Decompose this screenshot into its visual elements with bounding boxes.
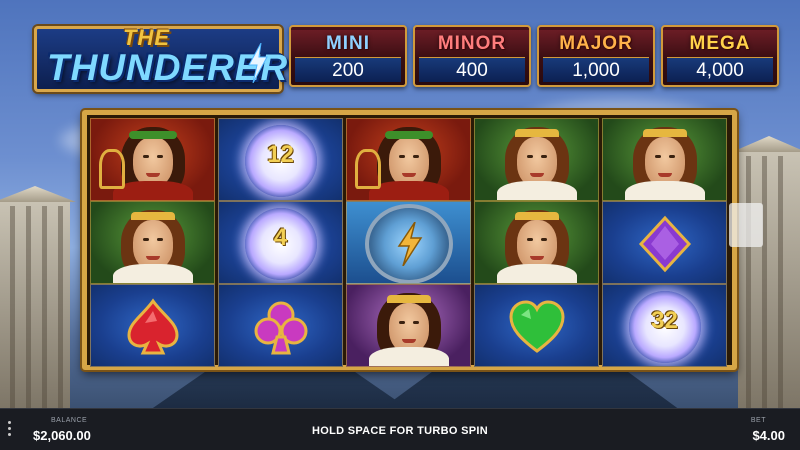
symbol-apollo	[346, 118, 471, 201]
symbol-spade-gem	[90, 284, 215, 367]
jackpot-mega-value: 4,000	[667, 57, 773, 82]
symbol-hera	[474, 201, 599, 284]
heart-gem-icon	[509, 300, 565, 353]
symbol-hera	[602, 118, 727, 201]
symbol-orb: 4	[218, 201, 343, 284]
symbol-zeus-shield	[346, 201, 471, 284]
jackpot-major-value: 1,000	[543, 57, 649, 82]
lightning-bolt-icon	[248, 43, 268, 83]
symbol-hera	[90, 201, 215, 284]
lightning-bolt-icon	[397, 222, 423, 266]
bottom-bar: BALANCE $2,060.00 HOLD SPACE FOR TURBO S…	[0, 408, 800, 450]
symbol-heart-gem	[474, 284, 599, 367]
bet-value[interactable]: $4.00	[752, 428, 785, 443]
symbol-club-gem	[218, 284, 343, 367]
jackpot-minor-label: MINOR	[415, 30, 529, 58]
symbol-hera	[474, 118, 599, 201]
symbol-orb: 32	[602, 284, 727, 367]
jackpot-mini: MINI 200	[289, 25, 407, 87]
jackpot-major: MAJOR 1,000	[537, 25, 655, 87]
jackpot-mega-label: MEGA	[663, 30, 777, 58]
jackpot-major-label: MAJOR	[539, 30, 653, 58]
orb-value: 4	[273, 224, 288, 251]
jackpot-minor: MINOR 400	[413, 25, 531, 87]
game-logo: THE THUNDERER	[34, 25, 287, 92]
diamond-gem-icon	[638, 215, 692, 273]
jackpot-mega: MEGA 4,000	[661, 25, 779, 87]
turbo-spin-hint: HOLD SPACE FOR TURBO SPIN	[312, 425, 488, 437]
symbol-diamond-gem	[602, 201, 727, 284]
side-handle[interactable]	[729, 203, 763, 247]
reel-frame: 12 4 32	[82, 110, 737, 370]
bet-label: BET	[750, 417, 766, 424]
spade-gem-icon	[127, 298, 179, 355]
lyre-icon	[355, 149, 381, 189]
jackpot-mini-label: MINI	[291, 30, 405, 58]
orb-value: 32	[651, 307, 678, 334]
reel-grid: 12 4 32	[90, 118, 729, 367]
jackpot-mini-value: 200	[295, 57, 401, 82]
symbol-apollo	[90, 118, 215, 201]
symbol-athena	[346, 284, 471, 367]
orb-value: 12	[267, 141, 294, 168]
lyre-icon	[99, 149, 125, 189]
club-gem-icon	[254, 301, 308, 355]
symbol-orb: 12	[218, 118, 343, 201]
jackpot-minor-value: 400	[419, 57, 525, 82]
balance-label: BALANCE	[51, 417, 88, 424]
